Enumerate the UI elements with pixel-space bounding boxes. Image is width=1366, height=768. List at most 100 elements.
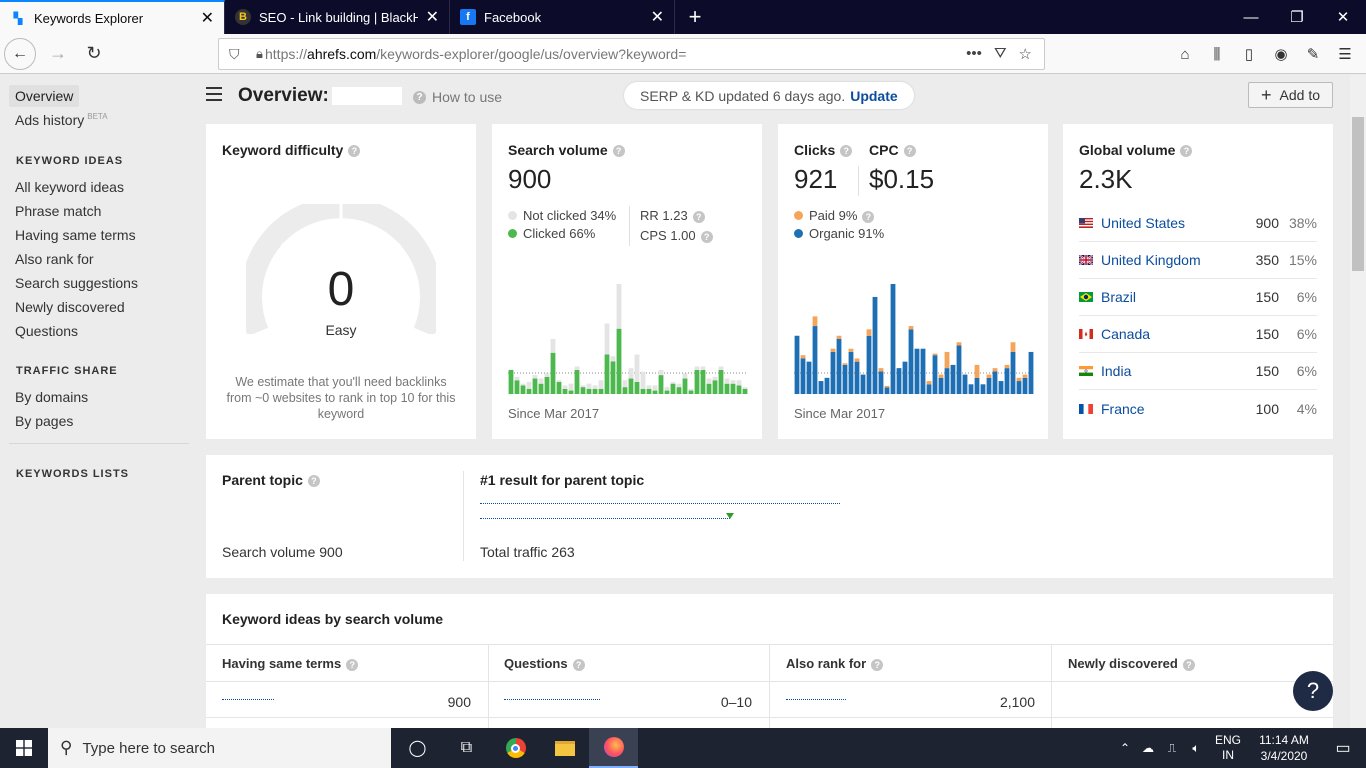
update-link[interactable]: Update — [850, 88, 897, 104]
notification-center-icon[interactable]: ▭ — [1320, 738, 1366, 758]
search-volume-bar-top — [556, 380, 562, 382]
sidebar-item-all-keyword-ideas[interactable]: All keyword ideas — [15, 179, 124, 195]
close-tab-icon[interactable]: ✕ — [426, 7, 439, 27]
back-button[interactable]: ← — [4, 37, 36, 70]
clicks-bar-top — [842, 363, 848, 365]
add-to-button[interactable]: + Add to — [1248, 82, 1333, 108]
firefox-icon[interactable] — [589, 728, 638, 768]
redacted-keyword-link[interactable] — [222, 694, 274, 700]
sidebar-icon[interactable]: ▯ — [1238, 38, 1260, 70]
country-name[interactable]: Brazil — [1101, 289, 1239, 305]
sidebar-item-questions[interactable]: Questions — [15, 323, 78, 339]
clicks-bar — [800, 358, 806, 394]
close-tab-icon[interactable]: ✕ — [201, 8, 214, 28]
chrome-icon[interactable] — [491, 728, 540, 768]
country-name[interactable]: India — [1101, 363, 1239, 379]
onedrive-icon[interactable]: ☁ — [1136, 741, 1160, 755]
library-icon[interactable]: ⫼ — [1206, 38, 1228, 70]
bookmark-star-icon[interactable]: ☆ — [1019, 45, 1032, 63]
minimize-icon[interactable]: — — [1228, 0, 1274, 34]
pocket-icon[interactable]: ⛛ — [994, 45, 1007, 63]
help-icon[interactable]: ? — [572, 658, 585, 671]
hamburger-menu-icon[interactable] — [206, 87, 222, 101]
page-scrollbar[interactable] — [1350, 75, 1366, 728]
search-volume-bar-top — [592, 385, 598, 389]
clicks-card: Clicks? CPC? 921 $0.15 Paid 9%? Organic … — [778, 124, 1048, 439]
new-tab-button[interactable]: + — [675, 0, 715, 34]
url-text[interactable]: https://ahrefs.com/keywords-explorer/goo… — [265, 46, 686, 62]
sidebar-item-search-suggestions[interactable]: Search suggestions — [15, 275, 138, 291]
sidebar-item-overview[interactable]: Overview — [9, 85, 80, 107]
search-volume-bar-top — [700, 366, 706, 370]
how-to-use-link[interactable]: ? How to use — [413, 89, 502, 105]
country-name[interactable]: United States — [1101, 215, 1239, 231]
search-volume-bar-top — [676, 383, 682, 388]
tab-facebook[interactable]: f Facebook ✕ — [450, 0, 675, 34]
help-icon[interactable]: ? — [871, 658, 884, 671]
account-icon[interactable]: ◉ — [1270, 38, 1292, 70]
sidebar-item-by-pages[interactable]: By pages — [15, 413, 73, 429]
windows-start-button[interactable] — [0, 728, 48, 768]
clicks-title: Clicks? — [794, 142, 853, 158]
help-icon[interactable]: ? — [348, 145, 361, 158]
country-name[interactable]: France — [1101, 401, 1239, 417]
tab-seo-link-building[interactable]: B SEO - Link building | BlackHatW ✕ — [225, 0, 450, 34]
reload-button[interactable]: ↻ — [78, 38, 110, 70]
navigation-bar: ← → ↻ ⛉ 🔒︎ https://ahrefs.com/keywords-e… — [0, 34, 1366, 74]
home-icon[interactable]: ⌂ — [1174, 38, 1196, 70]
scrollbar-thumb[interactable] — [1352, 117, 1364, 271]
menu-icon[interactable]: ☰ — [1334, 38, 1356, 70]
search-volume-bar — [658, 375, 664, 394]
help-icon[interactable]: ? — [700, 230, 713, 243]
help-icon[interactable]: ? — [1180, 145, 1193, 158]
help-icon[interactable]: ? — [692, 210, 705, 223]
lock-icon[interactable]: 🔒︎ — [256, 46, 263, 62]
help-icon[interactable]: ? — [307, 475, 320, 488]
restore-icon[interactable]: ❐ — [1274, 0, 1320, 34]
language-indicator[interactable]: ENG IN — [1208, 733, 1248, 763]
close-tab-icon[interactable]: ✕ — [651, 7, 664, 27]
file-explorer-icon[interactable] — [540, 728, 589, 768]
page-actions-icon[interactable]: ••• — [966, 45, 982, 63]
sidebar-item-having-same-terms[interactable]: Having same terms — [15, 227, 136, 243]
eyedropper-icon[interactable]: ✎ — [1302, 38, 1324, 70]
close-window-icon[interactable]: ✕ — [1320, 0, 1366, 34]
help-icon[interactable]: ? — [840, 145, 853, 158]
show-hidden-icons[interactable]: ⌃ — [1114, 741, 1136, 755]
clicks-bar — [896, 368, 902, 394]
help-icon[interactable]: ? — [862, 210, 875, 223]
col-questions[interactable]: Questions? — [504, 656, 585, 671]
sidebar-item-phrase-match[interactable]: Phrase match — [15, 203, 101, 219]
network-icon[interactable]: ⎍ — [1160, 741, 1184, 756]
help-icon[interactable]: ? — [612, 145, 625, 158]
url-bar[interactable]: ⛉ 🔒︎ https://ahrefs.com/keywords-explore… — [218, 38, 1045, 70]
taskbar-search-box[interactable]: ⚲ Type here to search — [48, 728, 391, 768]
help-icon[interactable]: ? — [346, 658, 359, 671]
search-volume-bar — [688, 390, 694, 394]
sidebar-item-by-domains[interactable]: By domains — [15, 389, 88, 405]
col-having-same-terms[interactable]: Having same terms? — [222, 656, 359, 671]
search-volume-chart — [508, 284, 748, 394]
country-name[interactable]: United Kingdom — [1101, 252, 1239, 268]
tab-keywords-explorer[interactable]: ▚ Keywords Explorer ✕ — [0, 0, 225, 34]
forward-button[interactable]: → — [42, 38, 74, 70]
redacted-question-link[interactable] — [504, 694, 600, 700]
redacted-result-link[interactable] — [480, 499, 840, 521]
sidebar-item-ads-history[interactable]: Ads history BETA — [15, 112, 108, 128]
keywords-lists-header[interactable]: KEYWORDS LISTS — [16, 468, 129, 480]
col-newly-discovered[interactable]: Newly discovered? — [1068, 656, 1195, 671]
volume-icon[interactable]: 🔈︎ — [1184, 741, 1208, 756]
help-chat-button[interactable]: ? — [1293, 671, 1333, 711]
sidebar-item-also-rank-for[interactable]: Also rank for — [15, 251, 94, 267]
sidebar-item-newly-discovered[interactable]: Newly discovered — [15, 299, 125, 315]
col-also-rank-for[interactable]: Also rank for? — [786, 656, 884, 671]
clicks-bar — [1022, 377, 1028, 394]
cortana-icon[interactable]: ◯ — [393, 728, 442, 768]
help-icon[interactable]: ? — [903, 145, 916, 158]
country-name[interactable]: Canada — [1101, 326, 1239, 342]
shield-icon[interactable]: ⛉ — [229, 46, 240, 63]
help-icon[interactable]: ? — [1182, 658, 1195, 671]
redacted-rank-link[interactable] — [786, 694, 846, 700]
task-view-icon[interactable]: ⧉ — [442, 728, 491, 768]
clock[interactable]: 11:14 AM 3/4/2020 — [1248, 732, 1320, 764]
